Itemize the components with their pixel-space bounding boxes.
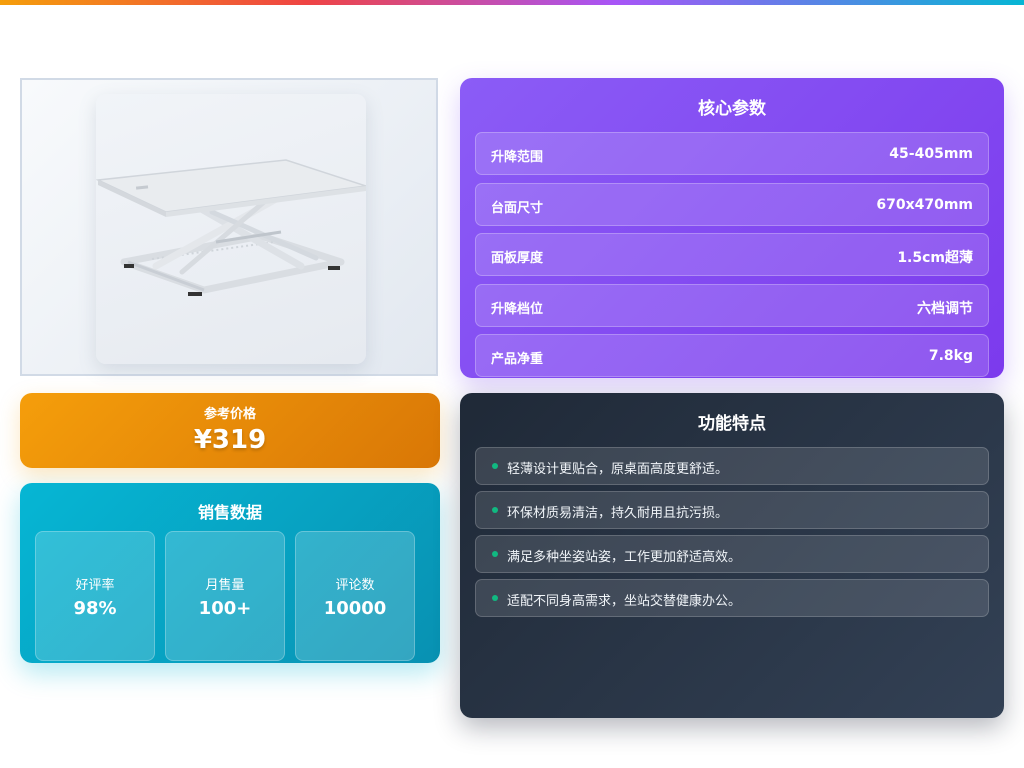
sales-title: 销售数据 — [197, 503, 262, 522]
param-label: 升降档位 — [491, 302, 544, 317]
feature-text: 环保材质易清洁，持久耐用且抗污损。 — [507, 506, 729, 521]
param-label: 台面尺寸 — [491, 201, 544, 216]
bullet-dot-icon — [492, 551, 498, 557]
top-gradient-bar — [0, 0, 1024, 5]
price-label: 参考价格 — [203, 407, 256, 422]
sales-data-card: 销售数据 好评率 98% 月售量 100+ 评论数 10000 — [20, 483, 440, 663]
param-value: 7.8kg — [928, 348, 973, 364]
stat-label: 评论数 — [335, 578, 375, 593]
product-image — [95, 94, 367, 364]
params-title: 核心参数 — [698, 99, 766, 119]
feature-text: 适配不同身高需求，坐站交替健康办公。 — [507, 594, 742, 609]
feature-item: 环保材质易清洁，持久耐用且抗污损。 — [475, 491, 989, 529]
core-params-card: 核心参数 升降范围 45-405mm 台面尺寸 670x470mm 面板厚度 1… — [460, 78, 1004, 378]
param-row-net-weight: 产品净重 7.8kg — [475, 334, 989, 377]
price-value: ¥319 — [193, 425, 267, 455]
features-title: 功能特点 — [698, 414, 766, 434]
feature-text: 满足多种坐姿站姿，工作更加舒适高效。 — [507, 550, 742, 565]
param-value: 670x470mm — [876, 197, 973, 213]
stat-monthly-sales: 月售量 100+ — [165, 531, 285, 661]
param-label: 面板厚度 — [491, 251, 544, 266]
price-card: 参考价格 ¥319 — [20, 393, 440, 468]
standing-desk-illustration — [95, 159, 367, 296]
stat-positive-rate: 好评率 98% — [35, 531, 155, 661]
stat-value: 10000 — [323, 598, 387, 619]
bullet-dot-icon — [492, 507, 498, 513]
stat-value: 100+ — [198, 598, 252, 619]
param-value: 六档调节 — [917, 301, 973, 317]
feature-item: 轻薄设计更贴合，原桌面高度更舒适。 — [475, 447, 989, 485]
param-row-top-size: 台面尺寸 670x470mm — [475, 183, 989, 226]
product-image-panel — [20, 78, 438, 376]
bullet-dot-icon — [492, 595, 498, 601]
stat-label: 好评率 — [75, 578, 115, 593]
stat-label: 月售量 — [205, 578, 245, 593]
stat-value: 98% — [73, 598, 117, 619]
param-row-panel-thickness: 面板厚度 1.5cm超薄 — [475, 233, 989, 276]
param-label: 升降范围 — [491, 150, 544, 165]
features-card: 功能特点 轻薄设计更贴合，原桌面高度更舒适。 环保材质易清洁，持久耐用且抗污损。… — [460, 393, 1004, 718]
feature-item: 满足多种坐姿站姿，工作更加舒适高效。 — [475, 535, 989, 573]
stat-review-count: 评论数 10000 — [295, 531, 415, 661]
bullet-dot-icon — [492, 463, 498, 469]
feature-text: 轻薄设计更贴合，原桌面高度更舒适。 — [507, 462, 729, 477]
param-label: 产品净重 — [491, 352, 544, 367]
feature-item: 适配不同身高需求，坐站交替健康办公。 — [475, 579, 989, 617]
param-value: 45-405mm — [889, 146, 973, 162]
param-row-lift-range: 升降范围 45-405mm — [475, 132, 989, 175]
param-value: 1.5cm超薄 — [897, 250, 973, 266]
param-row-lift-levels: 升降档位 六档调节 — [475, 284, 989, 327]
